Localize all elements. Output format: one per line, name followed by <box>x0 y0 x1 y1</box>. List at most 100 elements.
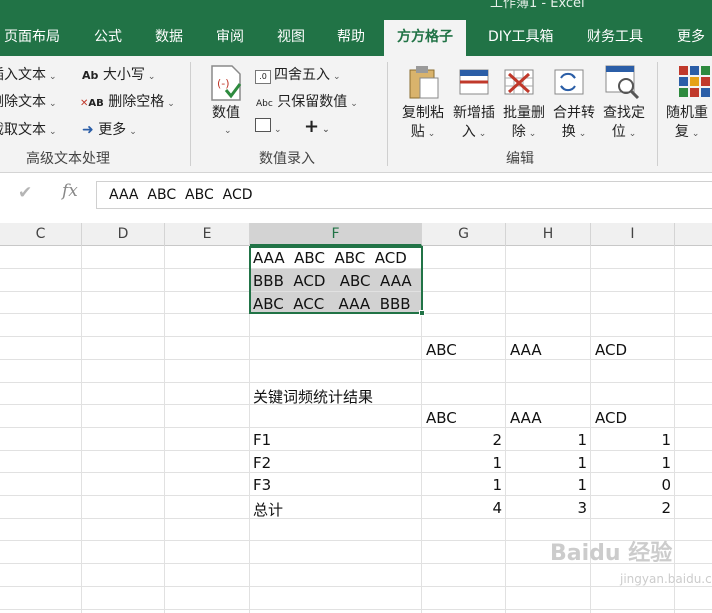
find-locate-icon <box>605 65 640 100</box>
case-button[interactable]: Ab 大小写 ⌄ <box>82 64 155 84</box>
delete-text-button[interactable]: 删除文本⌄ <box>0 91 57 111</box>
tab-formulas[interactable]: 公式 <box>94 18 122 56</box>
copy-paste-button[interactable]: 复制粘贴 ⌄ <box>397 104 449 144</box>
column-header-f[interactable]: F <box>250 223 422 246</box>
result-value[interactable]: 1 <box>506 476 587 494</box>
tab-fangfang[interactable]: 方方格子 <box>384 20 466 56</box>
tab-page-layout[interactable]: 页面布局 <box>4 18 60 56</box>
gridline <box>0 382 712 383</box>
case-icon: Ab <box>82 69 99 82</box>
extract-text-button[interactable]: 截取文本⌄ <box>0 119 57 139</box>
result-value[interactable]: 1 <box>506 454 587 472</box>
result-value[interactable]: 2 <box>591 499 671 517</box>
batch-delete-button[interactable]: 批量删除 ⌄ <box>498 104 550 144</box>
add-insert-button[interactable]: 新增插入 ⌄ <box>448 104 500 144</box>
result-row-label[interactable]: F2 <box>253 454 271 472</box>
round-button[interactable]: .0 四舍五入 ⌄ <box>255 64 341 84</box>
add-button[interactable]: + ⌄ <box>304 116 330 137</box>
keyword-header-i[interactable]: ACD <box>595 341 627 359</box>
tab-diy-toolbox[interactable]: DIY工具箱 <box>488 18 553 56</box>
fill-handle[interactable] <box>419 310 425 316</box>
result-header-i[interactable]: ACD <box>595 409 627 427</box>
find-locate-line1: 查找定 <box>603 105 645 121</box>
clipboard-icon <box>409 66 439 99</box>
keyword-header-h[interactable]: AAA <box>510 341 542 359</box>
merge-convert-line1: 合并转 <box>553 105 595 121</box>
column-header-h[interactable]: H <box>506 223 591 246</box>
svg-text:(-): (-) <box>217 77 230 90</box>
random-repeat-button[interactable]: 随机重 复 ⌄ <box>666 104 712 144</box>
delete-text-label: 删除文本 <box>0 94 46 110</box>
group-divider <box>387 62 388 166</box>
insert-text-button[interactable]: 插入文本⌄ <box>0 64 57 84</box>
watermark-subtext: jingyan.baidu.com <box>620 572 712 586</box>
pencil-icon <box>255 118 271 132</box>
copy-paste-line2: 贴 <box>410 124 425 140</box>
tab-more[interactable]: 更多 <box>677 18 705 56</box>
result-row-label[interactable]: 总计 <box>253 499 283 520</box>
chevron-down-icon: ⌄ <box>578 129 587 139</box>
numeric-button[interactable]: 数值 <box>200 104 252 123</box>
result-value[interactable]: 1 <box>591 431 671 449</box>
merge-convert-button[interactable]: 合并转换 ⌄ <box>548 104 600 144</box>
chevron-down-icon: ⌄ <box>49 99 57 109</box>
result-value[interactable]: 0 <box>591 476 671 494</box>
batch-delete-icon <box>504 69 534 95</box>
result-value[interactable]: 2 <box>422 431 502 449</box>
tab-view[interactable]: 视图 <box>277 18 305 56</box>
result-value[interactable]: 1 <box>422 454 502 472</box>
result-header-g[interactable]: ABC <box>426 409 457 427</box>
result-value[interactable]: 1 <box>591 454 671 472</box>
chevron-down-icon: ⌄ <box>322 125 330 135</box>
tab-data[interactable]: 数据 <box>155 18 183 56</box>
column-header-c[interactable]: C <box>0 223 82 246</box>
keyword-header-g[interactable]: ABC <box>426 341 457 359</box>
result-value[interactable]: 4 <box>422 499 502 517</box>
find-locate-line2: 位 <box>611 124 626 140</box>
gridline <box>505 246 506 613</box>
tab-review[interactable]: 审阅 <box>216 18 244 56</box>
chevron-down-icon: ⌄ <box>333 72 341 82</box>
arrow-right-icon: ➜ <box>82 122 94 138</box>
add-insert-line2: 入 <box>461 124 476 140</box>
chevron-down-icon: ⌄ <box>691 129 700 139</box>
gridline <box>0 472 712 473</box>
gridline <box>81 246 82 613</box>
column-header-e[interactable]: E <box>165 223 250 246</box>
window-title: 工作簿1 - Excel <box>490 0 585 11</box>
insert-function-icon[interactable]: fx <box>62 181 78 201</box>
chevron-down-icon: ⌄ <box>167 99 175 109</box>
formula-input[interactable]: AAA ABC ABC ACD <box>96 181 712 209</box>
more-button[interactable]: ➜ 更多 ⌄ <box>82 119 137 139</box>
keep-numeric-button[interactable]: Abc 只保留数值 ⌄ <box>256 91 358 111</box>
result-value[interactable]: 1 <box>422 476 502 494</box>
merge-convert-icon <box>554 69 584 95</box>
result-title-cell[interactable]: 关键词频统计结果 <box>253 386 373 407</box>
gridline <box>0 427 712 428</box>
column-header-g[interactable]: G <box>422 223 506 246</box>
result-header-h[interactable]: AAA <box>510 409 542 427</box>
chevron-down-icon: ⌄ <box>129 127 137 137</box>
tab-finance-tools[interactable]: 财务工具 <box>587 18 643 56</box>
column-header-i[interactable]: I <box>591 223 675 246</box>
batch-delete-line1: 批量删 <box>503 105 545 121</box>
find-locate-button[interactable]: 查找定位 ⌄ <box>598 104 650 144</box>
result-row-label[interactable]: F1 <box>253 431 271 449</box>
result-value[interactable]: 3 <box>506 499 587 517</box>
gridline <box>0 359 712 360</box>
confirm-entry-icon[interactable]: ✔ <box>18 183 32 203</box>
random-repeat-line1: 随机重 <box>666 105 708 121</box>
ribbon-tab-bar: 页面布局 公式 数据 审阅 视图 帮助 方方格子 DIY工具箱 财务工具 更多 <box>0 18 712 56</box>
column-header-d[interactable]: D <box>82 223 165 246</box>
delete-space-label: 删除空格 <box>108 94 165 110</box>
result-value[interactable]: 1 <box>506 431 587 449</box>
tab-help[interactable]: 帮助 <box>337 18 365 56</box>
delete-space-button[interactable]: ✕AB 删除空格 ⌄ <box>80 91 175 111</box>
chevron-down-icon: ⌄ <box>147 72 156 82</box>
edit-tool-button[interactable]: ⌄ <box>255 118 282 136</box>
result-row-label[interactable]: F3 <box>253 476 271 494</box>
case-label: 大小写 <box>102 67 145 83</box>
add-insert-line1: 新增插 <box>453 105 495 121</box>
excel-window: 工作簿1 - Excel 页面布局 公式 数据 审阅 视图 帮助 方方格子 DI… <box>0 0 712 613</box>
gridline <box>0 450 712 451</box>
